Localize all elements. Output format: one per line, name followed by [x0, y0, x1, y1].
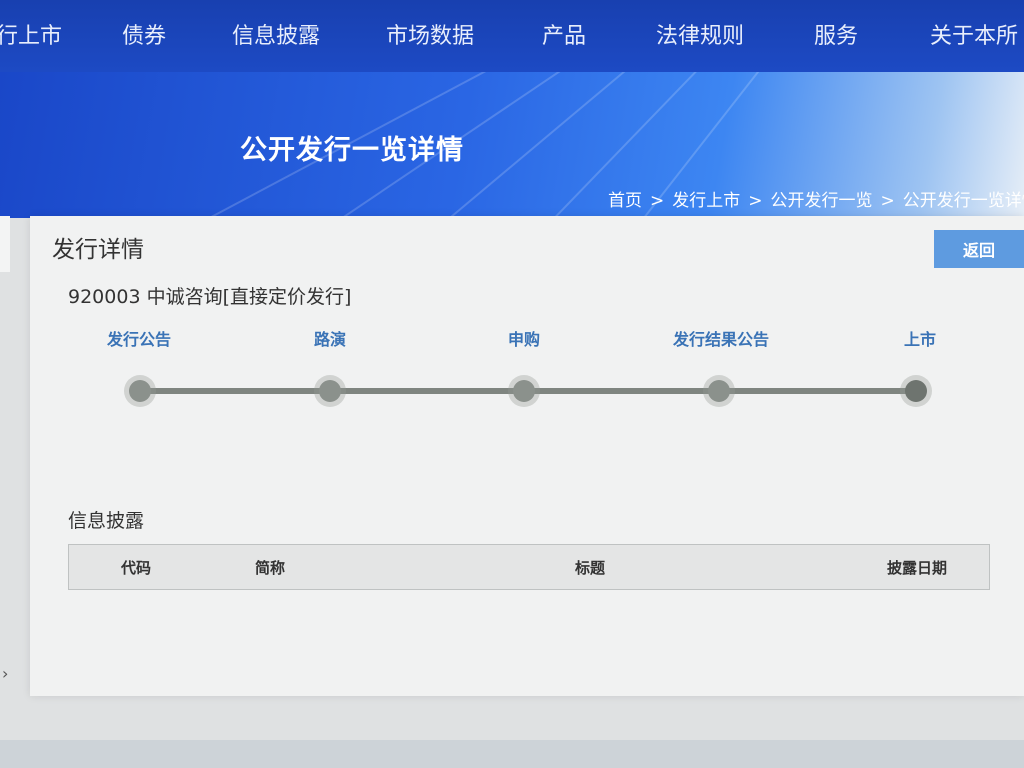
nav-item-disclosure[interactable]: 信息披露	[232, 18, 320, 50]
nav-item-products[interactable]: 产品	[542, 18, 586, 50]
stage-label-listing: 上市	[903, 330, 937, 349]
stage-dot-announcement	[129, 380, 151, 402]
column-header-title: 标题	[575, 559, 606, 577]
issue-title: 920003 中诚咨询[直接定价发行]	[68, 286, 352, 308]
breadcrumb-home[interactable]: 首页	[608, 191, 642, 211]
taskbar	[0, 740, 1024, 768]
stage-label-announcement: 发行公告	[106, 330, 172, 349]
stage-label-result: 发行结果公告	[672, 330, 770, 349]
breadcrumb-separator: >	[748, 191, 763, 211]
column-header-code: 代码	[121, 559, 152, 577]
issue-detail-card: 发行详情 返回 920003 中诚咨询[直接定价发行] 发行公告 路演 申购 发…	[30, 216, 1024, 696]
stage-dot-listing	[905, 380, 927, 402]
nav-item-bonds[interactable]: 债券	[122, 18, 166, 50]
nav-item-services[interactable]: 服务	[814, 18, 858, 50]
card-title: 发行详情	[52, 237, 144, 263]
top-navigation: 行上市 债券 信息披露 市场数据 产品 法律规则 服务 关于本所	[0, 0, 1024, 72]
side-panel-edge	[0, 216, 10, 272]
chevron-right-icon[interactable]: ›	[2, 664, 8, 683]
nav-item-rules[interactable]: 法律规则	[656, 18, 744, 50]
stage-label-subscription: 申购	[507, 330, 541, 349]
stage-dot-roadshow	[319, 380, 341, 402]
back-button[interactable]: 返回	[934, 230, 1024, 268]
breadcrumb-listing[interactable]: 发行上市	[672, 191, 740, 211]
column-header-date: 披露日期	[887, 559, 948, 577]
breadcrumb-current: 公开发行一览详情	[902, 191, 1024, 211]
stage-dot-result	[708, 380, 730, 402]
nav-item-market-data[interactable]: 市场数据	[386, 18, 474, 50]
nav-item-listing[interactable]: 行上市	[0, 18, 62, 50]
breadcrumb: 首页 > 发行上市 > 公开发行一览 > 公开发行一览详情	[608, 186, 1024, 211]
disclosure-table-header: 代码 简称 标题 披露日期	[68, 544, 990, 590]
breadcrumb-separator: >	[880, 191, 895, 211]
stage-dot-subscription	[513, 380, 535, 402]
breadcrumb-separator: >	[650, 191, 665, 211]
stage-label-roadshow: 路演	[313, 330, 347, 349]
page-title: 公开发行一览详情	[240, 135, 464, 166]
breadcrumb-public-offerings[interactable]: 公开发行一览	[771, 191, 873, 211]
disclosure-section-title: 信息披露	[68, 510, 145, 532]
column-header-name: 简称	[255, 559, 286, 577]
nav-item-about[interactable]: 关于本所	[930, 18, 1018, 50]
